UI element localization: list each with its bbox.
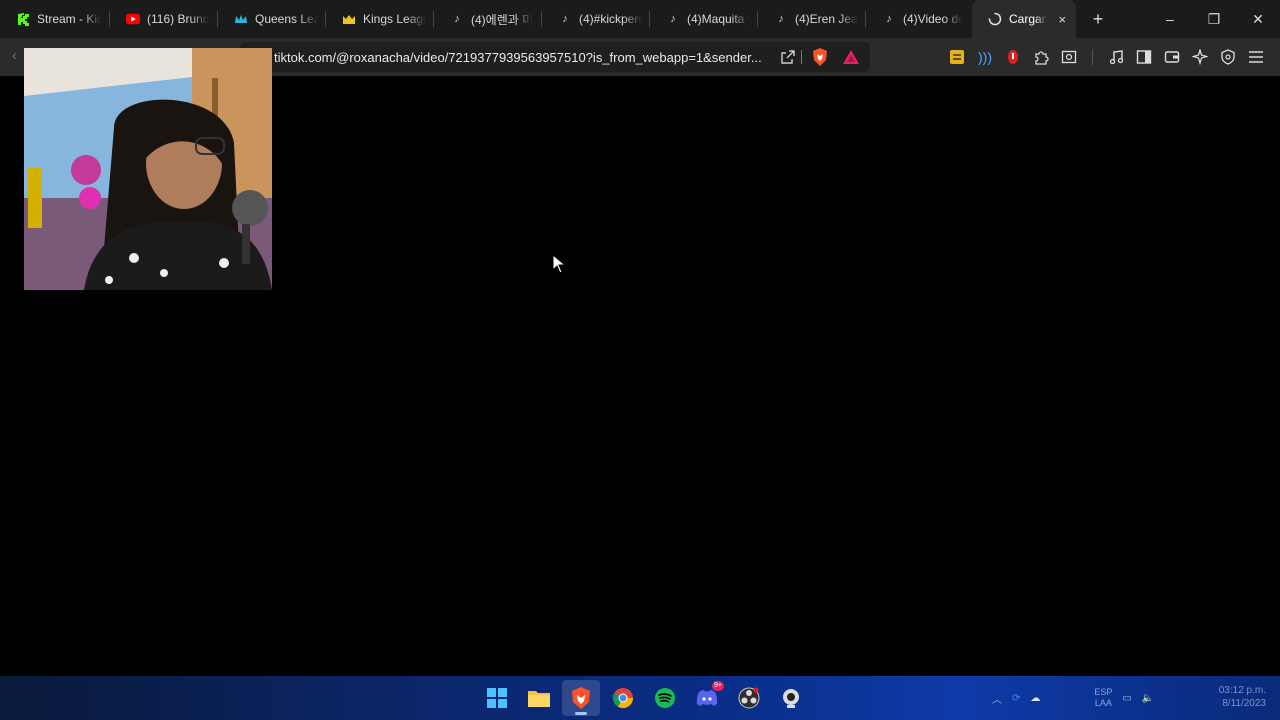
close-tab-icon[interactable]: × (1057, 11, 1068, 27)
clock-date: 8/11/2023 (1222, 698, 1266, 709)
brave-shields-icon[interactable] (811, 47, 829, 67)
tab-kick-stream[interactable]: Stream - Kick (0, 0, 110, 38)
sidebar-icon[interactable] (1133, 46, 1155, 68)
taskbar: 9+ ︿ ⟳ ☁ ESP LAA ▭ 🔈 03:12 p.m. 8/11/202… (0, 676, 1280, 720)
tab-tiktok-5[interactable]: ♪ (4)Video de (866, 0, 970, 38)
tiktok-icon: ♪ (886, 13, 892, 25)
brave-rewards-icon[interactable] (842, 48, 860, 66)
onedrive-cloud-icon[interactable]: ☁ (1030, 693, 1040, 704)
language-indicator[interactable]: ESP LAA (1094, 687, 1112, 709)
tab-tiktok-3[interactable]: ♪ (4)Maquita y (650, 0, 758, 38)
puzzle-extensions-icon[interactable] (1030, 46, 1052, 68)
menu-icon[interactable] (1245, 46, 1267, 68)
discord-icon[interactable]: 9+ (688, 680, 726, 716)
queens-league-icon (234, 12, 248, 26)
tiktok-icon: ♪ (670, 13, 676, 25)
back-button[interactable]: ‹ (12, 47, 17, 63)
network-icon[interactable]: ▭ (1122, 693, 1131, 704)
window-controls: – ❐ ✕ (1148, 0, 1280, 38)
tab-queens-league[interactable]: Queens League (218, 0, 326, 38)
close-window-button[interactable]: ✕ (1236, 0, 1280, 38)
tab-youtube[interactable]: (116) Bruno (110, 0, 218, 38)
volume-icon[interactable]: 🔈 (1142, 693, 1154, 704)
youtube-icon (126, 12, 140, 26)
webcam-overlay (24, 48, 272, 290)
tab-strip: Stream - Kick (116) Bruno Queens League … (0, 0, 1280, 38)
wave-icon[interactable]: ))) (974, 46, 996, 68)
screen: Stream - Kick (116) Bruno Queens League … (0, 0, 1280, 720)
tiktok-icon: ♪ (778, 13, 784, 25)
kings-league-icon (342, 12, 356, 26)
music-icon[interactable] (1105, 46, 1127, 68)
tiktok-icon: ♪ (454, 13, 460, 25)
windows-start-icon[interactable] (478, 680, 516, 716)
url-divider (801, 50, 802, 64)
taskbar-clock[interactable]: 03:12 p.m. 8/11/2023 (1200, 684, 1266, 710)
tiktok-icon: ♪ (562, 13, 568, 25)
kick-icon (16, 12, 30, 26)
bitwarden-icon[interactable] (946, 46, 968, 68)
restore-button[interactable]: ❐ (1192, 0, 1236, 38)
taskbar-apps: 9+ (478, 680, 810, 716)
obs-icon[interactable] (730, 680, 768, 716)
vpn-shield-icon[interactable] (1217, 46, 1239, 68)
screenshot-icon[interactable] (1058, 46, 1080, 68)
tab-active-loading[interactable]: Cargando × (972, 0, 1076, 38)
tab-tiktok-1[interactable]: ♪ (4)에렌과 미 (434, 0, 542, 38)
new-tab-button[interactable]: + (1084, 5, 1112, 33)
extensions-area: ))) (946, 46, 1267, 68)
tab-tiktok-2[interactable]: ♪ (4)#kickperu (542, 0, 650, 38)
mouse-cursor-icon (552, 253, 567, 274)
leo-ai-icon[interactable] (1189, 46, 1211, 68)
red-extension-icon[interactable] (1002, 46, 1024, 68)
loading-spinner-icon (988, 12, 1002, 26)
address-bar[interactable]: tiktok.com/@roxanacha/video/721937793956… (240, 42, 870, 72)
tab-kings-league[interactable]: Kings League (326, 0, 434, 38)
webcam-app-icon[interactable] (772, 680, 810, 716)
spotify-icon[interactable] (646, 680, 684, 716)
minimize-button[interactable]: – (1148, 0, 1192, 38)
wallet-icon[interactable] (1161, 46, 1183, 68)
tab-tiktok-4[interactable]: ♪ (4)Eren Jeag (758, 0, 866, 38)
chevron-up-icon[interactable]: ︿ (992, 691, 1002, 706)
system-tray: ︿ ⟳ ☁ ESP LAA ▭ 🔈 (992, 682, 1154, 714)
chrome-icon[interactable] (604, 680, 642, 716)
brave-browser-icon[interactable] (562, 680, 600, 716)
share-icon[interactable] (778, 47, 798, 67)
file-explorer-icon[interactable] (520, 680, 558, 716)
url-text[interactable]: tiktok.com/@roxanacha/video/721937793956… (274, 50, 764, 65)
sync-icon[interactable]: ⟳ (1012, 693, 1020, 704)
clock-time: 03:12 p.m. (1218, 685, 1266, 696)
discord-notification-badge: 9+ (712, 681, 724, 691)
toolbar-divider (1092, 49, 1093, 65)
